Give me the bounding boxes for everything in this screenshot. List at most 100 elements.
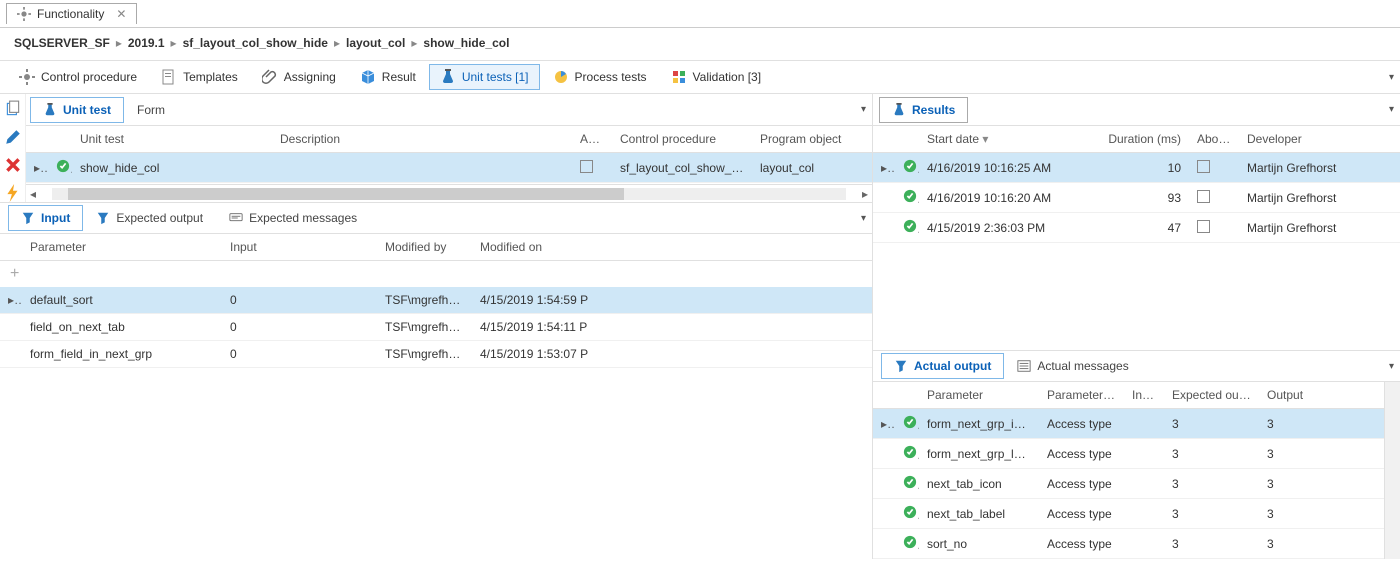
breadcrumb-item[interactable]: show_hide_col (423, 36, 509, 50)
col-header[interactable]: Input (222, 234, 377, 260)
tab-unit-test[interactable]: Unit test (30, 97, 124, 123)
cell-modified-by: TSF\mgrefhorst (377, 287, 472, 313)
toolbar-process-tests[interactable]: Process tests (542, 64, 658, 90)
table-row[interactable]: 4/15/2019 2:36:03 PM 47 Martijn Grefhors… (873, 213, 1400, 243)
col-header[interactable]: Parameter (919, 382, 1039, 408)
tab-form[interactable]: Form (124, 97, 178, 123)
tabs-overflow[interactable]: ▾ (1389, 361, 1394, 372)
cell-parameter: next_tab_icon (919, 471, 1039, 497)
tab-input[interactable]: Input (8, 205, 83, 231)
table-row[interactable]: form_next_grp_label Access type 3 3 (873, 439, 1384, 469)
cell-output: 3 (1259, 441, 1319, 467)
col-header[interactable]: Parameter type (1039, 382, 1124, 408)
cell-input (1124, 478, 1164, 490)
checkbox-abort[interactable] (580, 160, 593, 173)
flask-icon (440, 69, 456, 85)
table-row[interactable]: field_on_next_tab 0 TSF\mgrefhorst 4/15/… (0, 314, 872, 341)
document-tab-title: Functionality (37, 7, 104, 21)
toolbar-overflow[interactable]: ▾ (1389, 72, 1394, 83)
cell-duration: 47 (1099, 215, 1189, 241)
tabs-overflow[interactable]: ▾ (1389, 104, 1394, 115)
col-header[interactable]: Modified by (377, 234, 472, 260)
cell-start-date: 4/16/2019 10:16:20 AM (919, 185, 1099, 211)
table-row[interactable]: ▸ 4/16/2019 10:16:25 AM 10 Martijn Grefh… (873, 153, 1400, 183)
toolbar-label: Control procedure (41, 70, 137, 84)
table-row[interactable]: ▸ show_hide_col sf_layout_col_show_hide … (26, 153, 872, 183)
subtabs-overflow[interactable]: ▾ (861, 104, 866, 115)
cell-output: 3 (1259, 531, 1319, 557)
tabs-overflow[interactable]: ▾ (861, 213, 866, 224)
toolbar-label: Validation [3] (693, 70, 762, 84)
tab-expected-output[interactable]: Expected output (83, 205, 216, 231)
status-ok-icon (903, 445, 917, 459)
col-header[interactable]: Developer (1239, 126, 1379, 152)
toolbar-assigning[interactable]: Assigning (251, 64, 347, 90)
cell-parameter: next_tab_label (919, 501, 1039, 527)
table-row[interactable]: ▸ form_next_grp_icon Access type 3 3 (873, 409, 1384, 439)
document-tab[interactable]: Functionality ✕ (6, 3, 137, 24)
table-row[interactable]: sort_no Access type 3 3 (873, 529, 1384, 559)
toolbar-unit-tests[interactable]: Unit tests [1] (429, 64, 540, 90)
vertical-scrollbar[interactable] (1384, 382, 1400, 559)
col-header[interactable]: Expected output (1164, 382, 1259, 408)
delete-button[interactable] (4, 156, 22, 174)
table-row[interactable]: next_tab_label Access type 3 3 (873, 499, 1384, 529)
col-header[interactable]: Unit test (72, 126, 272, 152)
cell-output: 3 (1259, 411, 1319, 437)
col-header[interactable]: Parameter (22, 234, 222, 260)
cell-modified-on: 4/15/2019 1:54:59 P (472, 287, 642, 313)
col-header[interactable]: Aborted (1189, 126, 1239, 152)
toolbar-validation[interactable]: Validation [3] (660, 64, 773, 90)
cell-ptype: Access type (1039, 471, 1124, 497)
col-header[interactable]: Abort (572, 126, 612, 152)
checkbox-aborted[interactable] (1197, 220, 1210, 233)
col-header[interactable]: Duration (ms) (1099, 126, 1189, 152)
cell-input: 0 (222, 287, 377, 313)
col-header[interactable]: Start date ▾ (919, 126, 1099, 152)
edit-button[interactable] (4, 128, 22, 146)
horizontal-scrollbar[interactable]: ◂ ▸ (26, 184, 872, 202)
breadcrumb-item[interactable]: SQLSERVER_SF (14, 36, 110, 50)
functionality-icon (17, 7, 31, 21)
col-header[interactable]: Modified on (472, 234, 642, 260)
breadcrumb-item[interactable]: sf_layout_col_show_hide (183, 36, 328, 50)
col-header[interactable]: Output (1259, 382, 1319, 408)
cell-control-procedure: sf_layout_col_show_hide (612, 155, 752, 181)
checkbox-aborted[interactable] (1197, 160, 1210, 173)
col-header[interactable]: Program object (752, 126, 872, 152)
table-row[interactable]: ▸ default_sort 0 TSF\mgrefhorst 4/15/201… (0, 287, 872, 314)
col-header[interactable]: Input (1124, 382, 1164, 408)
toolbar-result[interactable]: Result (349, 64, 427, 90)
left-action-bar (0, 94, 26, 202)
cell-input (1124, 508, 1164, 520)
table-row[interactable]: 4/16/2019 10:16:20 AM 93 Martijn Grefhor… (873, 183, 1400, 213)
tab-results[interactable]: Results (879, 97, 968, 123)
cell-duration: 93 (1099, 185, 1189, 211)
tab-expected-messages[interactable]: Expected messages (216, 205, 370, 231)
checkbox-aborted[interactable] (1197, 190, 1210, 203)
col-header[interactable]: Description (272, 126, 572, 152)
toolbar-control-procedure[interactable]: Control procedure (8, 64, 148, 90)
breadcrumb-item[interactable]: layout_col (346, 36, 405, 50)
tab-actual-messages[interactable]: Actual messages (1004, 353, 1141, 379)
close-icon[interactable]: ✕ (116, 7, 126, 21)
copy-button[interactable] (4, 100, 22, 118)
breadcrumb-item[interactable]: 2019.1 (128, 36, 165, 50)
toolbar-templates[interactable]: Templates (150, 64, 249, 90)
tab-actual-output[interactable]: Actual output (881, 353, 1004, 379)
table-row[interactable]: next_tab_icon Access type 3 3 (873, 469, 1384, 499)
cell-parameter: form_next_grp_icon (919, 411, 1039, 437)
run-button[interactable] (4, 184, 22, 202)
col-header[interactable]: Control procedure (612, 126, 752, 152)
cell-modified-by: TSF\mgrefhorst (377, 314, 472, 340)
cell-expected: 3 (1164, 441, 1259, 467)
unit-test-subtabs: Unit test Form ▾ (26, 94, 872, 126)
cell-parameter: sort_no (919, 531, 1039, 557)
table-row[interactable]: form_field_in_next_grp 0 TSF\mgrefhorst … (0, 341, 872, 368)
status-ok-icon (903, 219, 917, 233)
add-row-button[interactable]: + (0, 261, 872, 287)
cell-ptype: Access type (1039, 441, 1124, 467)
actual-messages-icon (1017, 359, 1031, 373)
cell-developer: Martijn Grefhorst (1239, 215, 1379, 241)
cell-expected: 3 (1164, 471, 1259, 497)
